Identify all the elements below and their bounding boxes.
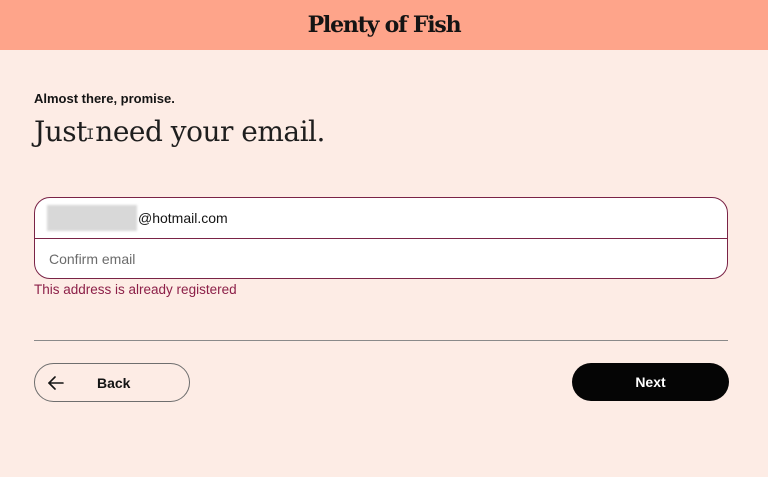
error-message: This address is already registered [34,282,237,297]
next-button[interactable]: Next [572,363,729,401]
divider [34,340,728,341]
redacted-email-username [47,205,137,231]
email-field[interactable]: @hotmail.com [35,198,727,239]
email-field-value: @hotmail.com [138,210,228,226]
back-button-label: Back [97,375,131,391]
text-cursor-icon: I [86,127,95,143]
page-title: Just need your email. [34,115,325,148]
subtitle-text: Almost there, promise. [34,91,175,106]
confirm-email-field[interactable] [49,250,709,267]
confirm-email-row [35,239,727,278]
back-button[interactable]: Back [34,363,190,402]
plenty-of-fish-logo[interactable]: Plenty of Fish [308,12,462,38]
arrow-left-icon [48,376,64,390]
top-header: Plenty of Fish [0,0,768,50]
email-input-group: @hotmail.com [34,197,728,279]
